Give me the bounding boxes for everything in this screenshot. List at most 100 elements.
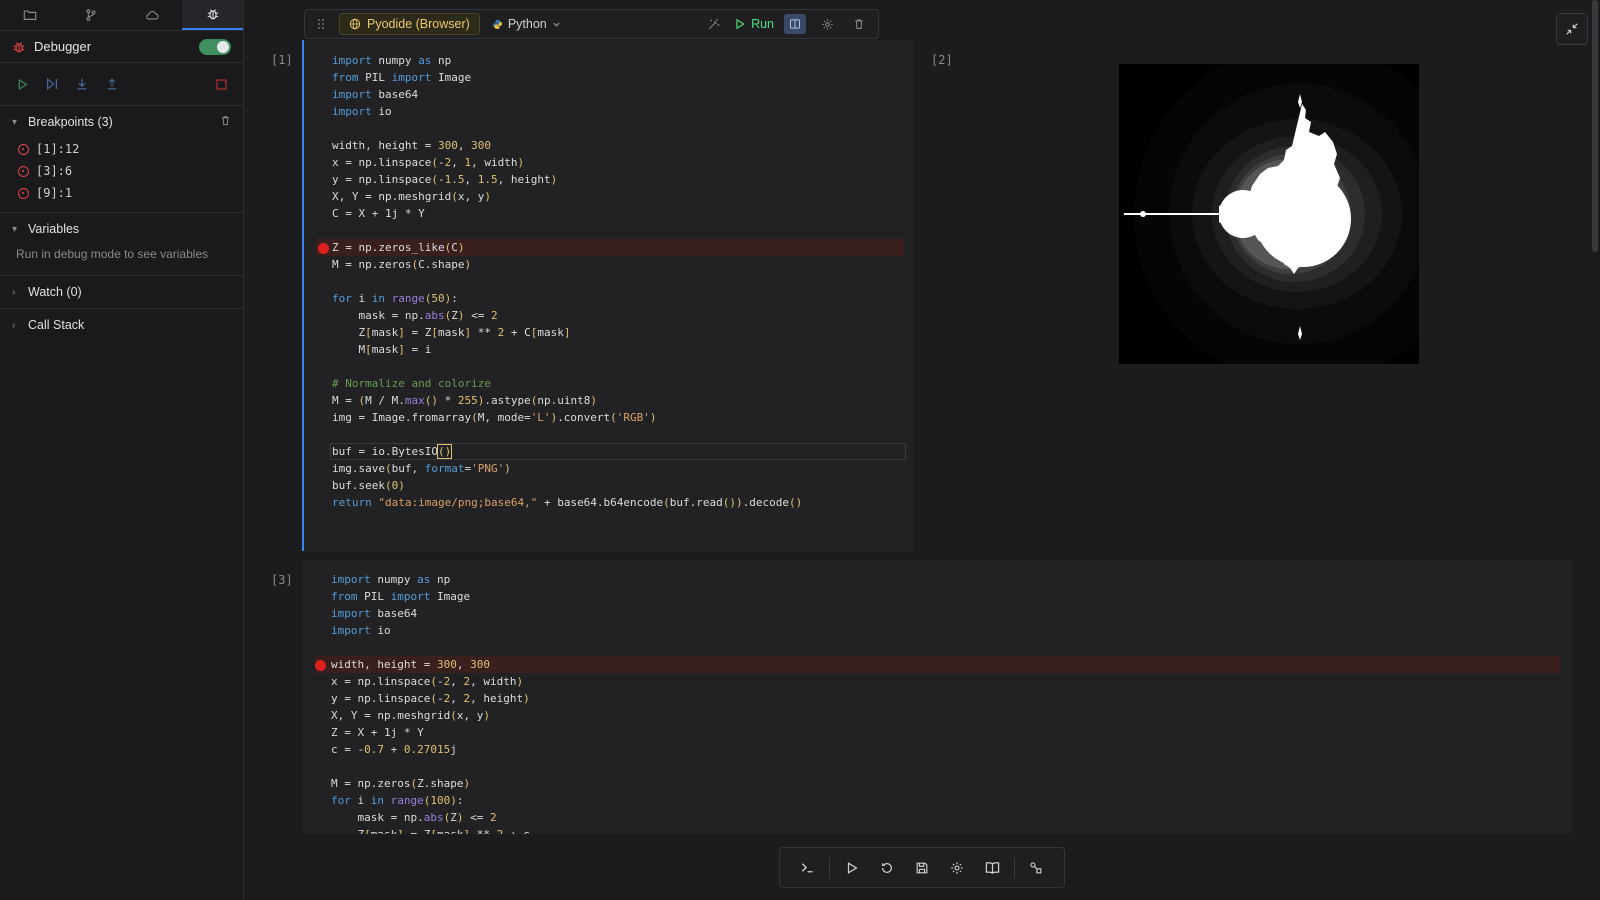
breakpoint-location: [1]:12 [36,142,80,156]
debugger-title: Debugger [34,39,92,54]
step-into-icon [77,78,87,90]
cloud-icon [146,11,159,20]
folder-icon [24,10,37,20]
chevron-down-icon: ▾ [12,116,18,128]
terminal-icon [801,863,813,873]
watch-title: Watch (0) [28,285,82,299]
split-view-button[interactable] [784,14,806,34]
step-out-button[interactable] [104,76,120,92]
docs-button[interactable] [975,856,1010,880]
tab-git[interactable] [61,0,122,30]
variables-panel-button[interactable] [1019,856,1054,880]
watch-header[interactable]: › Watch (0) [0,276,243,308]
save-icon [916,862,928,873]
restart-button[interactable] [869,856,904,880]
breakpoint-marker[interactable] [318,243,329,254]
python-icon [492,19,502,29]
gear-icon [951,861,963,874]
step-over-icon [47,78,57,90]
run-all-button[interactable] [834,856,869,880]
output-execution-label: [2] [931,53,953,67]
toggle-knob [217,40,229,53]
step-into-button[interactable] [74,76,90,92]
drag-handle-icon[interactable] [313,18,329,30]
breakpoint-list: [1]:12 [3]:6 [9]:1 [0,138,243,212]
debugger-header: Debugger [0,31,243,63]
breakpoint-location: [9]:1 [36,186,73,200]
step-over-button[interactable] [44,76,60,92]
continue-button[interactable] [14,76,30,92]
breakpoint-marker[interactable] [315,660,326,671]
breakpoint-item[interactable]: [9]:1 [0,182,243,204]
breakpoints-header[interactable]: ▾ Breakpoints (3) [0,106,243,138]
language-selector[interactable]: Python [492,17,561,31]
runtime-label: Pyodide (Browser) [367,17,470,31]
sidebar-tabs [0,0,243,31]
minimize-icon [1566,23,1578,35]
settings-button[interactable] [940,856,975,880]
columns-icon [790,19,800,29]
bottom-toolbar [779,847,1065,888]
toolbar-divider [1013,857,1015,878]
collapse-view-button[interactable] [1556,13,1588,45]
chevron-down-icon [553,22,560,27]
trash-icon [222,116,229,126]
tab-debugger[interactable] [182,0,243,30]
toolbar-divider [829,857,831,878]
restart-icon [881,862,892,873]
notebook-area: Pyodide (Browser) Python Run [1] import … [245,0,1600,900]
runtime-selector[interactable]: Pyodide (Browser) [339,13,480,35]
bug-icon [13,41,25,52]
clear-breakpoints-button[interactable] [220,115,231,129]
breakpoint-icon [18,187,29,199]
chevron-right-icon: › [12,319,16,331]
book-icon [985,862,1000,874]
cell-toolbar: Pyodide (Browser) Python Run [304,9,879,39]
bug-icon [207,9,218,20]
delete-cell-button[interactable] [848,14,870,34]
variables-header[interactable]: ▾ Variables [0,213,243,245]
breakpoints-title: Breakpoints (3) [28,115,113,129]
breakpoint-icon [18,165,29,177]
chevron-down-icon: ▾ [12,223,18,235]
git-branch-icon [86,9,96,21]
nodes-icon [1030,861,1042,873]
breakpoint-location: [3]:6 [36,164,73,178]
debugger-sidebar: Debugger ▾ Breakpoints (3) [1]:12 [3]:6 … [0,0,244,900]
breakpoint-item[interactable]: [1]:12 [0,138,243,160]
chevron-right-icon: › [12,286,16,298]
code-content: import numpy as np from PIL import Image… [331,573,530,834]
code-cell-editor[interactable]: import numpy as np from PIL import Image… [302,40,914,551]
debugger-toggle[interactable] [199,38,231,55]
run-button[interactable]: Run [734,17,774,31]
tab-files[interactable] [0,0,61,30]
breakpoint-item[interactable]: [3]:6 [0,160,243,182]
call-stack-header[interactable]: › Call Stack [0,309,243,341]
variables-section: ▾ Variables Run in debug mode to see var… [0,213,243,276]
gear-icon [821,18,833,30]
cell-settings-button[interactable] [816,14,838,34]
terminal-button[interactable] [790,856,825,880]
code-cell-editor[interactable]: import numpy as np from PIL import Image… [303,560,1572,834]
save-button[interactable] [904,856,939,880]
cell-execution-label: [3] [271,573,293,587]
code-content: import numpy as np from PIL import Image… [332,54,803,509]
call-stack-title: Call Stack [28,318,85,332]
stop-button[interactable] [213,76,229,92]
play-icon [18,78,28,90]
tab-cloud[interactable] [122,0,183,30]
step-out-icon [107,78,117,90]
play-icon [847,861,858,874]
call-stack-section: › Call Stack [0,309,243,341]
stop-icon [215,78,227,90]
scrollbar[interactable] [1592,0,1598,252]
cell-execution-label: [1] [271,53,293,67]
variables-title: Variables [28,222,80,236]
format-button[interactable] [702,14,724,34]
variables-message: Run in debug mode to see variables [16,247,209,261]
breakpoints-section: ▾ Breakpoints (3) [1]:12 [3]:6 [9]:1 [0,106,243,213]
breakpoint-icon [18,143,29,155]
run-label: Run [751,17,774,31]
magic-wand-icon [708,18,719,29]
watch-section: › Watch (0) [0,276,243,309]
